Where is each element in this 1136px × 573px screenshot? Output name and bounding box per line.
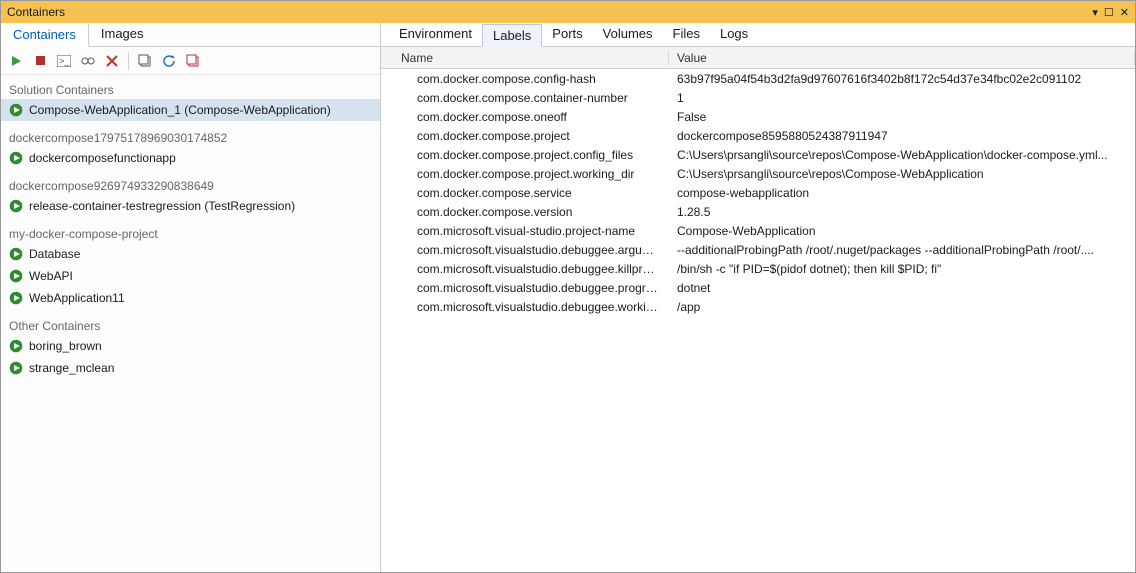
label-row[interactable]: com.docker.compose.version1.28.5	[381, 202, 1135, 221]
label-row[interactable]: com.docker.compose.servicecompose-webapp…	[381, 183, 1135, 202]
label-row[interactable]: com.docker.compose.config-hash63b97f95a0…	[381, 69, 1135, 88]
compose-button[interactable]	[134, 50, 156, 72]
container-item[interactable]: WebApplication11	[1, 287, 380, 309]
play-icon	[9, 291, 23, 305]
label-row[interactable]: com.docker.compose.oneoffFalse	[381, 107, 1135, 126]
label-value: 63b97f95a04f54b3d2fa9d97607616f3402b8f17…	[669, 72, 1135, 86]
svg-text:>_: >_	[59, 56, 70, 66]
tab-images[interactable]: Images	[89, 23, 157, 46]
tab-labels[interactable]: Labels	[482, 24, 542, 47]
container-label: Compose-WebApplication_1 (Compose-WebApp…	[29, 103, 331, 117]
close-icon[interactable]: ✕	[1120, 6, 1129, 19]
title-bar: Containers ▾ ☐ ✕	[1, 1, 1135, 23]
container-item[interactable]: boring_brown	[1, 335, 380, 357]
left-toolbar: >_	[1, 47, 380, 75]
prune-button[interactable]	[182, 50, 204, 72]
tab-environment[interactable]: Environment	[389, 23, 482, 46]
label-value: --additionalProbingPath /root/.nuget/pac…	[669, 243, 1135, 257]
group-header: Solution Containers	[1, 79, 380, 99]
label-row[interactable]: com.microsoft.visualstudio.debuggee.prog…	[381, 278, 1135, 297]
window-title: Containers	[7, 5, 1092, 19]
tab-containers[interactable]: Containers	[1, 24, 89, 47]
container-item[interactable]: WebAPI	[1, 265, 380, 287]
container-label: strange_mclean	[29, 361, 114, 375]
play-icon	[9, 103, 23, 117]
label-name: com.docker.compose.config-hash	[381, 72, 669, 86]
label-name: com.docker.compose.oneoff	[381, 110, 669, 124]
play-icon	[9, 151, 23, 165]
container-tree[interactable]: Solution Containers Compose-WebApplicatio…	[1, 75, 380, 572]
label-value: /bin/sh -c "if PID=$(pidof dotnet); then…	[669, 262, 1135, 276]
label-row[interactable]: com.docker.compose.project.config_filesC…	[381, 145, 1135, 164]
labels-grid: Name Value com.docker.compose.config-has…	[381, 47, 1135, 572]
label-row[interactable]: com.microsoft.visualstudio.debuggee.kill…	[381, 259, 1135, 278]
group-header: dockercompose926974933290838649	[1, 175, 380, 195]
container-item[interactable]: dockercomposefunctionapp	[1, 147, 380, 169]
left-panel: Containers Images >_	[1, 23, 381, 572]
label-row[interactable]: com.microsoft.visualstudio.debuggee.work…	[381, 297, 1135, 316]
stop-button[interactable]	[29, 50, 51, 72]
label-value: C:\Users\prsangli\source\repos\Compose-W…	[669, 167, 1135, 181]
label-row[interactable]: com.docker.compose.container-number1	[381, 88, 1135, 107]
dropdown-icon[interactable]: ▾	[1092, 6, 1098, 19]
tab-files[interactable]: Files	[663, 23, 710, 46]
label-value: dockercompose8595880524387911947	[669, 129, 1135, 143]
play-icon	[9, 339, 23, 353]
label-name: com.docker.compose.project	[381, 129, 669, 143]
terminal-button[interactable]: >_	[53, 50, 75, 72]
label-name: com.docker.compose.version	[381, 205, 669, 219]
label-name: com.docker.compose.project.config_files	[381, 148, 669, 162]
label-name: com.microsoft.visualstudio.debuggee.prog…	[381, 281, 669, 295]
label-value: compose-webapplication	[669, 186, 1135, 200]
attach-button[interactable]	[77, 50, 99, 72]
label-value: /app	[669, 300, 1135, 314]
label-name: com.docker.compose.service	[381, 186, 669, 200]
container-item[interactable]: Database	[1, 243, 380, 265]
tab-logs[interactable]: Logs	[710, 23, 758, 46]
container-label: WebAPI	[29, 269, 73, 283]
container-label: dockercomposefunctionapp	[29, 151, 176, 165]
label-name: com.microsoft.visual-studio.project-name	[381, 224, 669, 238]
container-label: boring_brown	[29, 339, 102, 353]
container-label: release-container-testregression (TestRe…	[29, 199, 295, 213]
group-header: dockercompose17975178969030174852	[1, 127, 380, 147]
column-value[interactable]: Value	[669, 51, 1135, 65]
play-icon	[9, 199, 23, 213]
container-label: Database	[29, 247, 80, 261]
start-button[interactable]	[5, 50, 27, 72]
label-value: Compose-WebApplication	[669, 224, 1135, 238]
refresh-button[interactable]	[158, 50, 180, 72]
label-value: 1	[669, 91, 1135, 105]
label-row[interactable]: com.docker.compose.projectdockercompose8…	[381, 126, 1135, 145]
label-name: com.microsoft.visualstudio.debuggee.argu…	[381, 243, 669, 257]
label-value: 1.28.5	[669, 205, 1135, 219]
tab-volumes[interactable]: Volumes	[593, 23, 663, 46]
label-row[interactable]: com.docker.compose.project.working_dirC:…	[381, 164, 1135, 183]
play-icon	[9, 269, 23, 283]
label-name: com.microsoft.visualstudio.debuggee.work…	[381, 300, 669, 314]
label-value: False	[669, 110, 1135, 124]
container-label: WebApplication11	[29, 291, 125, 305]
right-panel: Environment Labels Ports Volumes Files L…	[381, 23, 1135, 572]
label-row[interactable]: com.microsoft.visualstudio.debuggee.argu…	[381, 240, 1135, 259]
tab-ports[interactable]: Ports	[542, 23, 592, 46]
container-item[interactable]: Compose-WebApplication_1 (Compose-WebApp…	[1, 99, 380, 121]
label-name: com.microsoft.visualstudio.debuggee.kill…	[381, 262, 669, 276]
group-header: Other Containers	[1, 315, 380, 335]
play-icon	[9, 247, 23, 261]
column-name[interactable]: Name	[381, 51, 669, 65]
grid-header: Name Value	[381, 47, 1135, 69]
container-item[interactable]: release-container-testregression (TestRe…	[1, 195, 380, 217]
container-item[interactable]: strange_mclean	[1, 357, 380, 379]
group-header: my-docker-compose-project	[1, 223, 380, 243]
maximize-icon[interactable]: ☐	[1104, 6, 1114, 19]
label-name: com.docker.compose.container-number	[381, 91, 669, 105]
label-value: dotnet	[669, 281, 1135, 295]
label-value: C:\Users\prsangli\source\repos\Compose-W…	[669, 148, 1135, 162]
remove-button[interactable]	[101, 50, 123, 72]
label-name: com.docker.compose.project.working_dir	[381, 167, 669, 181]
play-icon	[9, 361, 23, 375]
label-row[interactable]: com.microsoft.visual-studio.project-name…	[381, 221, 1135, 240]
